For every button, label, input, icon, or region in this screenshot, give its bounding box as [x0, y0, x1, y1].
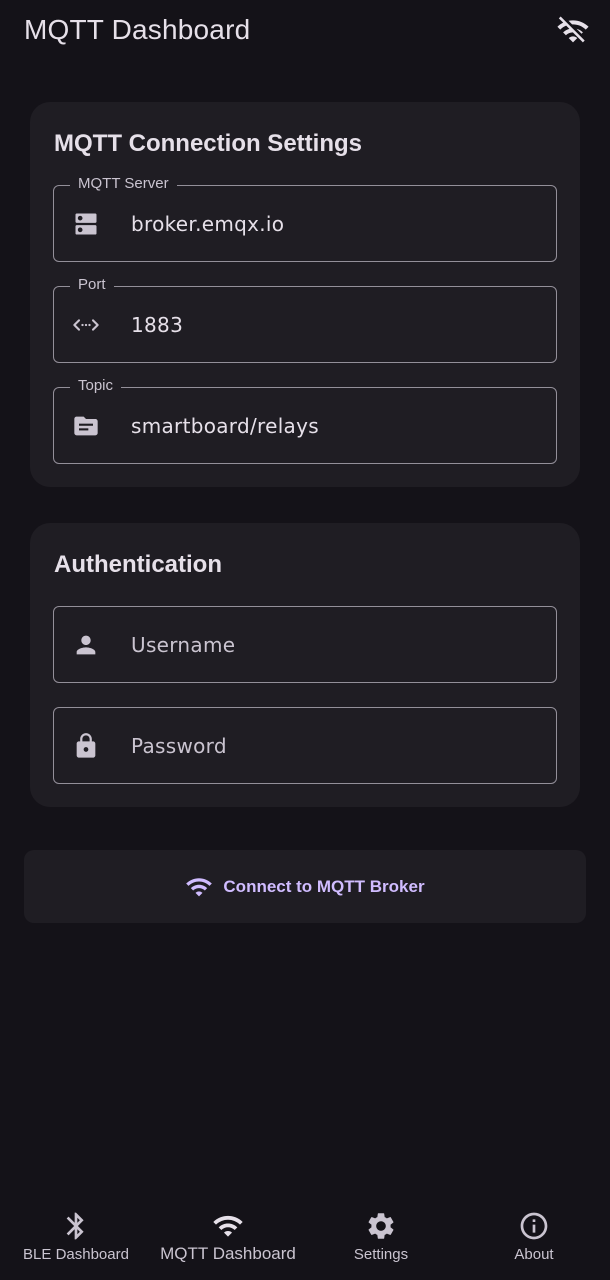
topic-label: Topic — [70, 377, 122, 395]
connect-button[interactable]: Connect to MQTT Broker — [24, 850, 586, 923]
server-icon — [75, 213, 97, 235]
mqtt-server-field[interactable]: MQTT Server broker.emqx.io — [53, 175, 557, 262]
bottom-navigation: BLE Dashboard MQTT Dashboard Settings Ab… — [0, 1190, 610, 1280]
info-icon — [520, 1212, 548, 1240]
mqtt-server-label: MQTT Server — [70, 175, 177, 193]
app-bar: MQTT Dashboard — [0, 0, 610, 64]
nav-item-settings[interactable]: Settings — [306, 1190, 456, 1280]
wifi-icon — [213, 1215, 243, 1237]
gear-icon — [368, 1213, 394, 1239]
bluetooth-icon — [66, 1212, 84, 1240]
authentication-title: Authentication — [54, 551, 222, 578]
nav-item-mqtt-dashboard[interactable]: MQTT Dashboard — [153, 1190, 303, 1280]
username-field[interactable] — [53, 606, 557, 683]
username-input[interactable] — [131, 627, 541, 663]
nav-item-about[interactable]: About — [459, 1190, 609, 1280]
mqtt-server-value: broker.emqx.io — [131, 212, 285, 236]
nav-item-ble-dashboard[interactable]: BLE Dashboard — [1, 1190, 151, 1280]
port-field[interactable]: Port 1883 — [53, 276, 557, 363]
wifi-off-icon[interactable] — [556, 14, 590, 48]
port-label: Port — [70, 276, 114, 294]
port-value: 1883 — [131, 313, 184, 337]
nav-label-settings: Settings — [353, 1246, 409, 1263]
description-icon — [74, 416, 98, 436]
code-icon — [73, 319, 99, 331]
authentication-card: Authentication — [30, 523, 580, 807]
password-input[interactable] — [131, 728, 541, 764]
nav-label-mqtt-dashboard: MQTT Dashboard — [160, 1244, 296, 1263]
connection-settings-title: MQTT Connection Settings — [54, 130, 362, 157]
lock-icon — [76, 733, 96, 758]
page-title: MQTT Dashboard — [24, 14, 251, 45]
connection-settings-card: MQTT Connection Settings MQTT Server bro… — [30, 102, 580, 487]
connect-button-label: Connect to MQTT Broker — [223, 876, 425, 896]
person-icon — [76, 635, 96, 655]
nav-label-ble-dashboard: BLE Dashboard — [23, 1246, 129, 1263]
topic-value: smartboard/relays — [131, 414, 319, 438]
wifi-icon — [186, 877, 213, 896]
topic-field[interactable]: Topic smartboard/relays — [53, 377, 557, 464]
nav-label-about: About — [514, 1246, 554, 1263]
password-field[interactable] — [53, 707, 557, 784]
